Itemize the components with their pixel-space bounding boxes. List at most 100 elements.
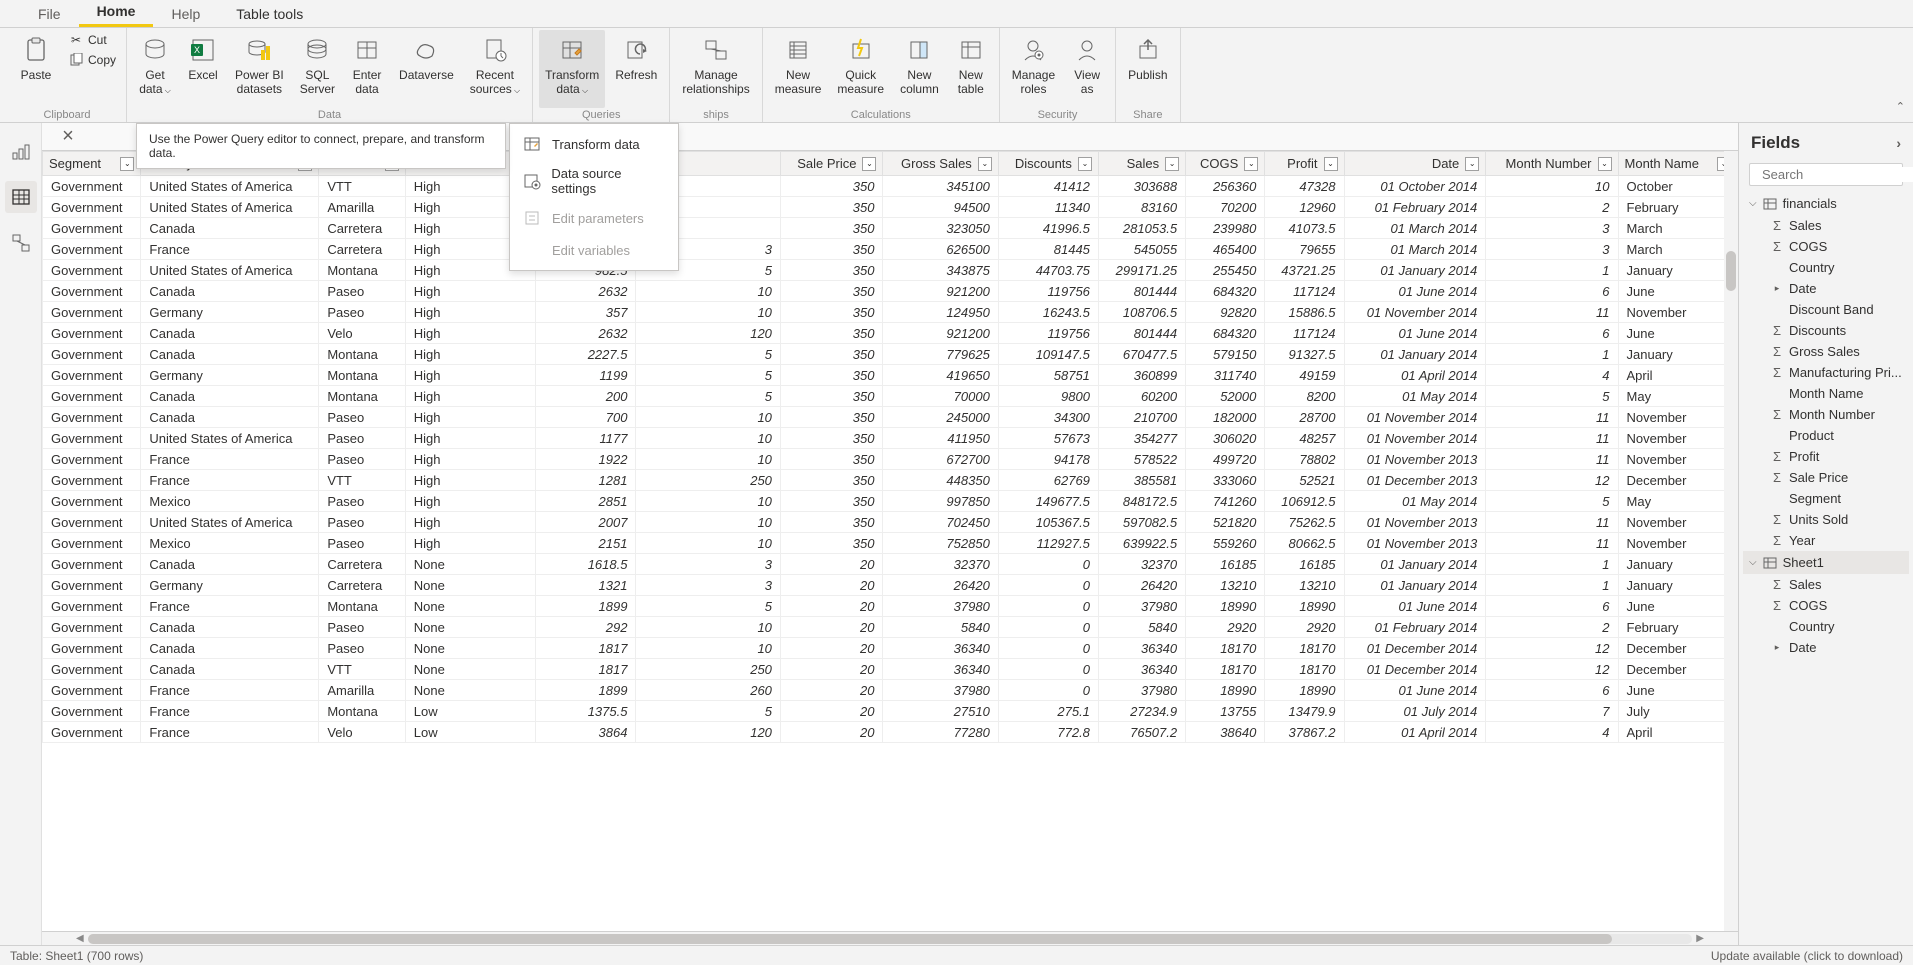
powerbi-datasets-button[interactable]: Power BI datasets — [229, 30, 290, 108]
table-cell[interactable]: 11 — [1486, 449, 1618, 470]
dataverse-button[interactable]: Dataverse — [393, 30, 460, 108]
table-cell[interactable]: 1 — [1486, 260, 1618, 281]
table-cell[interactable]: 350 — [780, 344, 883, 365]
table-cell[interactable]: 801444 — [1098, 323, 1185, 344]
table-row[interactable]: GovernmentCanadaCarreteraNone1618.532032… — [43, 554, 1738, 575]
table-cell[interactable]: 1 — [1486, 575, 1618, 596]
table-cell[interactable]: 36340 — [883, 638, 998, 659]
recent-sources-button[interactable]: Recent sources ⌵ — [464, 30, 526, 108]
table-cell[interactable]: June — [1618, 680, 1737, 701]
table-cell[interactable]: 350 — [780, 449, 883, 470]
tab-help[interactable]: Help — [153, 1, 218, 27]
table-cell[interactable]: 921200 — [883, 323, 998, 344]
table-cell[interactable]: 639922.5 — [1098, 533, 1185, 554]
table-cell[interactable]: April — [1618, 722, 1737, 743]
table-cell[interactable]: 80662.5 — [1265, 533, 1344, 554]
column-filter-button[interactable]: ⌄ — [120, 157, 134, 171]
table-cell[interactable]: None — [405, 596, 536, 617]
table-cell[interactable]: 275.1 — [998, 701, 1098, 722]
table-cell[interactable]: 281053.5 — [1098, 218, 1185, 239]
table-cell[interactable]: 10 — [1486, 176, 1618, 197]
table-cell[interactable]: 41996.5 — [998, 218, 1098, 239]
table-row[interactable]: GovernmentCanadaVeloHigh2632120350921200… — [43, 323, 1738, 344]
table-cell[interactable]: None — [405, 575, 536, 596]
dropdown-data-source-settings[interactable]: Data source settings — [510, 160, 678, 202]
table-cell[interactable]: 76507.2 — [1098, 722, 1185, 743]
table-cell[interactable]: 465400 — [1186, 239, 1265, 260]
table-cell[interactable]: 81445 — [998, 239, 1098, 260]
cut-button[interactable]: ✂ Cut — [64, 30, 120, 50]
table-cell[interactable]: 5 — [636, 344, 780, 365]
table-cell[interactable]: 4 — [1486, 365, 1618, 386]
field-item[interactable]: Country — [1743, 616, 1909, 637]
table-cell[interactable]: 521820 — [1186, 512, 1265, 533]
status-right[interactable]: Update available (click to download) — [1711, 949, 1903, 963]
table-cell[interactable]: 350 — [780, 386, 883, 407]
table-cell[interactable]: March — [1618, 218, 1737, 239]
table-cell[interactable]: 70000 — [883, 386, 998, 407]
field-item[interactable]: Product — [1743, 425, 1909, 446]
table-cell[interactable]: 579150 — [1186, 344, 1265, 365]
table-cell[interactable]: High — [405, 533, 536, 554]
table-cell[interactable]: 545055 — [1098, 239, 1185, 260]
table-cell[interactable]: 105367.5 — [998, 512, 1098, 533]
table-cell[interactable]: January — [1618, 260, 1737, 281]
table-cell[interactable]: June — [1618, 281, 1737, 302]
table-cell[interactable]: 672700 — [883, 449, 998, 470]
column-header[interactable]: Profit⌄ — [1265, 152, 1344, 176]
column-header[interactable]: Sale Price⌄ — [780, 152, 883, 176]
table-cell[interactable]: 01 July 2014 — [1344, 701, 1486, 722]
table-cell[interactable]: 3864 — [536, 722, 636, 743]
table-cell[interactable]: 18170 — [1186, 659, 1265, 680]
table-cell[interactable]: 350 — [780, 470, 883, 491]
table-cell[interactable]: 01 June 2014 — [1344, 596, 1486, 617]
table-cell[interactable]: France — [141, 680, 319, 701]
table-cell[interactable]: 16243.5 — [998, 302, 1098, 323]
table-cell[interactable]: November — [1618, 407, 1737, 428]
table-cell[interactable]: 2007 — [536, 512, 636, 533]
table-cell[interactable]: United States of America — [141, 428, 319, 449]
table-cell[interactable]: 12 — [1486, 659, 1618, 680]
table-cell[interactable]: 13479.9 — [1265, 701, 1344, 722]
table-cell[interactable]: Government — [43, 470, 141, 491]
table-cell[interactable]: 1817 — [536, 659, 636, 680]
table-cell[interactable]: 559260 — [1186, 533, 1265, 554]
table-cell[interactable]: None — [405, 617, 536, 638]
table-cell[interactable]: Government — [43, 365, 141, 386]
table-cell[interactable]: 36340 — [1098, 638, 1185, 659]
sql-server-button[interactable]: SQL Server — [294, 30, 341, 108]
table-cell[interactable]: 52521 — [1265, 470, 1344, 491]
table-cell[interactable]: Government — [43, 596, 141, 617]
table-cell[interactable]: 3 — [1486, 239, 1618, 260]
table-cell[interactable]: 18170 — [1265, 638, 1344, 659]
field-item[interactable]: ΣMonth Number — [1743, 404, 1909, 425]
table-cell[interactable]: Government — [43, 722, 141, 743]
table-row[interactable]: GovernmentFranceMontanaNone1899520379800… — [43, 596, 1738, 617]
table-cell[interactable]: 5 — [636, 365, 780, 386]
table-cell[interactable]: Government — [43, 302, 141, 323]
new-column-button[interactable]: New column — [894, 30, 945, 108]
table-cell[interactable]: 921200 — [883, 281, 998, 302]
table-cell[interactable]: Government — [43, 239, 141, 260]
table-cell[interactable]: 149677.5 — [998, 491, 1098, 512]
table-cell[interactable]: November — [1618, 512, 1737, 533]
vertical-scrollbar[interactable] — [1724, 151, 1738, 931]
table-cell[interactable]: Government — [43, 407, 141, 428]
column-header[interactable]: Month Name⌄ — [1618, 152, 1737, 176]
table-row[interactable]: GovernmentCanadaPaseoNone292102058400584… — [43, 617, 1738, 638]
table-cell[interactable]: 2 — [1486, 617, 1618, 638]
table-cell[interactable]: High — [405, 428, 536, 449]
table-cell[interactable]: 5840 — [883, 617, 998, 638]
table-cell[interactable]: 1 — [1486, 554, 1618, 575]
table-cell[interactable]: 2920 — [1265, 617, 1344, 638]
table-cell[interactable]: 01 November 2013 — [1344, 449, 1486, 470]
table-cell[interactable]: 7 — [1486, 701, 1618, 722]
table-cell[interactable]: February — [1618, 197, 1737, 218]
table-cell[interactable]: 299171.25 — [1098, 260, 1185, 281]
table-cell[interactable]: High — [405, 365, 536, 386]
table-cell[interactable]: 350 — [780, 176, 883, 197]
table-cell[interactable]: 37980 — [883, 680, 998, 701]
table-cell[interactable]: 350 — [780, 407, 883, 428]
table-cell[interactable]: None — [405, 659, 536, 680]
table-cell[interactable]: Carretera — [319, 554, 405, 575]
